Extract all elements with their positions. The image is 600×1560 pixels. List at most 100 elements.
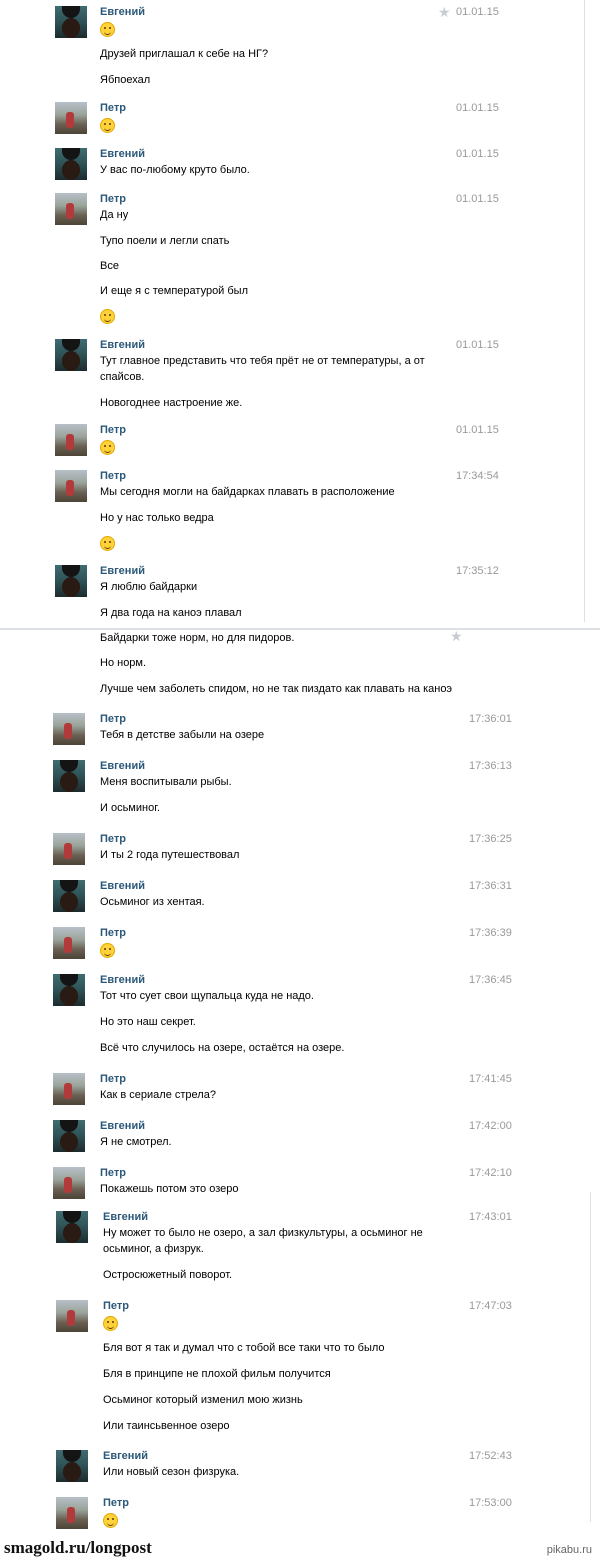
avatar[interactable] xyxy=(55,6,87,38)
author-name[interactable]: Евгений xyxy=(103,1211,148,1223)
message-text: Тебя в детстве забыли на озере xyxy=(100,729,265,741)
avatar[interactable] xyxy=(56,1450,88,1482)
message-time[interactable]: 01.01.15 xyxy=(456,102,499,114)
panel-right-border xyxy=(584,0,585,622)
message-text: Осьминог который изменил мою жизнь xyxy=(103,1394,303,1406)
important-star-icon[interactable]: ★ xyxy=(450,628,463,645)
author-name[interactable]: Петр xyxy=(103,1497,129,1509)
message-time[interactable]: 17:34:54 xyxy=(456,470,499,482)
message-time[interactable]: 17:47:03 xyxy=(469,1300,512,1312)
message-time[interactable]: 01.01.15 xyxy=(456,424,499,436)
author-name[interactable]: Евгений xyxy=(100,565,145,577)
author-name[interactable]: Петр xyxy=(100,1167,126,1179)
author-name[interactable]: Евгений xyxy=(100,6,145,18)
message-time[interactable]: 17:42:10 xyxy=(469,1167,512,1179)
message-text: Новогоднее настроение же. xyxy=(100,397,243,409)
message-time[interactable]: 17:35:12 xyxy=(456,565,499,577)
message-text: Ну может то было не озеро, а зал физкуль… xyxy=(103,1227,423,1239)
message-time[interactable]: 17:36:45 xyxy=(469,974,512,986)
message-text: Я не смотрел. xyxy=(100,1136,172,1148)
message-time[interactable]: 17:53:00 xyxy=(469,1497,512,1509)
message-text: Да ну xyxy=(100,209,129,221)
smiley-emoji-icon xyxy=(100,309,115,324)
avatar[interactable] xyxy=(53,833,85,865)
message-time[interactable]: 17:36:13 xyxy=(469,760,512,772)
message-time[interactable]: 17:42:00 xyxy=(469,1120,512,1132)
message-text: Байдарки тоже норм, но для пидоров. xyxy=(100,632,295,644)
smiley-emoji-icon xyxy=(100,943,115,958)
avatar[interactable] xyxy=(53,713,85,745)
message-text: Бля вот я так и думал что с тобой все та… xyxy=(103,1342,385,1354)
message-text: Бля в принципе не плохой фильм получится xyxy=(103,1368,331,1380)
avatar[interactable] xyxy=(55,565,87,597)
author-name[interactable]: Петр xyxy=(100,193,126,205)
avatar[interactable] xyxy=(55,148,87,180)
author-name[interactable]: Евгений xyxy=(100,880,145,892)
author-name[interactable]: Петр xyxy=(100,470,126,482)
message-text: Но норм. xyxy=(100,657,147,669)
message-text: Или новый сезон физрука. xyxy=(103,1466,240,1478)
author-name[interactable]: Евгений xyxy=(103,1450,148,1462)
message-text: Лучше чем заболеть спидом, но не так пиз… xyxy=(100,683,453,695)
author-name[interactable]: Петр xyxy=(100,927,126,939)
avatar[interactable] xyxy=(53,974,85,1006)
avatar[interactable] xyxy=(53,1167,85,1199)
message-text: И ты 2 года путешествовал xyxy=(100,849,240,861)
smiley-emoji-icon xyxy=(100,22,115,37)
message-time[interactable]: 17:43:01 xyxy=(469,1211,512,1223)
author-name[interactable]: Евгений xyxy=(100,148,145,160)
message-text: Всё что случилось на озере, остаётся на … xyxy=(100,1042,345,1054)
smiley-emoji-icon xyxy=(103,1513,118,1528)
author-name[interactable]: Евгений xyxy=(100,1120,145,1132)
author-name[interactable]: Евгений xyxy=(100,339,145,351)
smiley-emoji-icon xyxy=(100,536,115,551)
message-time[interactable]: 01.01.15 xyxy=(456,193,499,205)
message-time[interactable]: 01.01.15 xyxy=(456,339,499,351)
message-time[interactable]: 01.01.15 xyxy=(456,6,499,18)
avatar[interactable] xyxy=(53,1120,85,1152)
message-text: Меня воспитывали рыбы. xyxy=(100,776,232,788)
author-name[interactable]: Петр xyxy=(100,424,126,436)
avatar[interactable] xyxy=(53,927,85,959)
message-time[interactable]: 17:52:43 xyxy=(469,1450,512,1462)
avatar[interactable] xyxy=(56,1497,88,1529)
message-text: Но это наш секрет. xyxy=(100,1016,196,1028)
avatar[interactable] xyxy=(55,102,87,134)
watermark-left: smagold.ru/longpost xyxy=(4,1538,152,1557)
message-text: Или таинсьвенное озеро xyxy=(103,1420,230,1432)
message-text: Тупо поели и легли спать xyxy=(100,235,230,247)
message-text: Остросюжетный поворот. xyxy=(103,1269,233,1281)
message-time[interactable]: 17:36:25 xyxy=(469,833,512,845)
message-text: Ябпоехал xyxy=(100,74,151,86)
message-text: Мы сегодня могли на байдарках плавать в … xyxy=(100,486,395,498)
message-time[interactable]: 17:41:45 xyxy=(469,1073,512,1085)
author-name[interactable]: Петр xyxy=(103,1300,129,1312)
author-name[interactable]: Петр xyxy=(100,1073,126,1085)
author-name[interactable]: Петр xyxy=(100,102,126,114)
message-text: Друзей приглашал к себе на НГ? xyxy=(100,48,269,60)
message-text: И осьминог. xyxy=(100,802,160,814)
message-time[interactable]: 17:36:31 xyxy=(469,880,512,892)
avatar[interactable] xyxy=(53,880,85,912)
avatar[interactable] xyxy=(53,760,85,792)
author-name[interactable]: Петр xyxy=(100,833,126,845)
message-time[interactable]: 17:36:39 xyxy=(469,927,512,939)
author-name[interactable]: Евгений xyxy=(100,974,145,986)
message-text: Тут главное представить что тебя прёт не… xyxy=(100,355,425,367)
message-time[interactable]: 01.01.15 xyxy=(456,148,499,160)
important-star-icon[interactable]: ★ xyxy=(438,4,451,21)
avatar[interactable] xyxy=(56,1211,88,1243)
author-name[interactable]: Евгений xyxy=(100,760,145,772)
avatar[interactable] xyxy=(55,339,87,371)
avatar[interactable] xyxy=(56,1300,88,1332)
avatar[interactable] xyxy=(55,424,87,456)
avatar[interactable] xyxy=(55,470,87,502)
avatar[interactable] xyxy=(55,193,87,225)
author-name[interactable]: Петр xyxy=(100,713,126,725)
smiley-emoji-icon xyxy=(103,1316,118,1331)
message-time[interactable]: 17:36:01 xyxy=(469,713,512,725)
message-text: Как в сериале стрела? xyxy=(100,1089,216,1101)
avatar[interactable] xyxy=(53,1073,85,1105)
message-text: У вас по-любому круто было. xyxy=(100,164,250,176)
message-text: спайсов. xyxy=(100,371,145,383)
